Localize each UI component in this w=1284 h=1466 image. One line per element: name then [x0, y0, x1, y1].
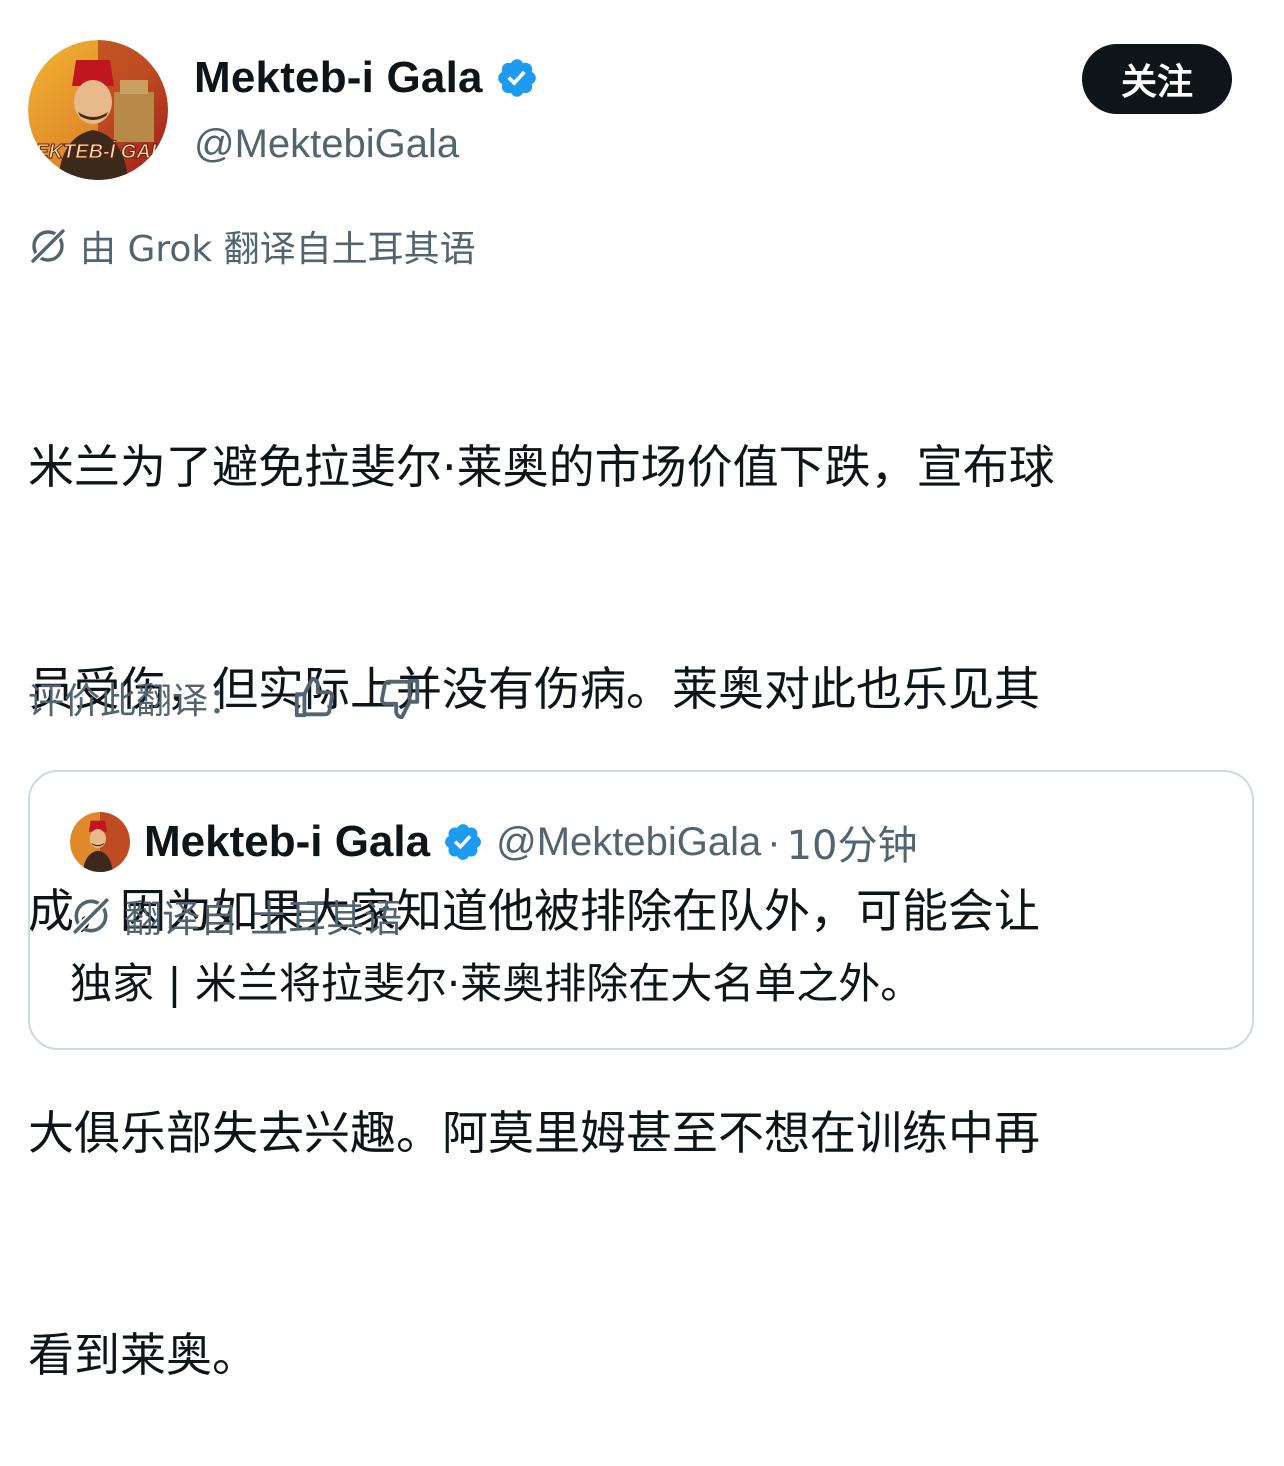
- author-avatar[interactable]: MEKTEB-İ GALA: [28, 40, 168, 180]
- quoted-author-handle: @MektebiGala: [496, 819, 762, 864]
- quoted-tweet-card[interactable]: Mekteb-i Gala @MektebiGala · 10分钟 翻译自 土耳…: [28, 770, 1254, 1050]
- thumbs-up-icon[interactable]: [288, 672, 340, 724]
- quoted-separator-dot: ·: [767, 819, 781, 864]
- quoted-tweet-text: 独家 | 米兰将拉斐尔·莱奥排除在大名单之外。: [70, 959, 923, 1008]
- follow-button[interactable]: 关注: [1082, 44, 1232, 114]
- translation-note-text: 由 Grok 翻译自土耳其语: [80, 229, 476, 270]
- author-name-row: Mekteb-i Gala: [194, 48, 539, 108]
- tweet-text-line: 米兰为了避免拉斐尔·莱奥的市场价值下跌，宣布球: [28, 440, 1055, 494]
- quoted-translation-note: 翻译自 土耳其语: [70, 888, 402, 943]
- author-handle[interactable]: @MektebiGala: [194, 122, 539, 167]
- rate-translation-label: 评价此翻译：: [28, 681, 245, 722]
- avatar-logo-text: MEKTEB-İ GALA: [28, 140, 168, 163]
- quoted-author-display-name: Mekteb-i Gala: [144, 817, 431, 866]
- grok-translation-note: 由 Grok 翻译自土耳其语: [28, 220, 476, 272]
- thumbs-down-icon[interactable]: [374, 672, 426, 724]
- rate-translation-row: 评价此翻译：: [28, 668, 426, 728]
- quoted-translation-note-text: 翻译自 土耳其语: [124, 897, 403, 941]
- quoted-verified-badge-icon: [442, 821, 484, 863]
- quoted-author-avatar: [70, 812, 130, 872]
- quoted-timestamp: 10分钟: [786, 823, 918, 869]
- grok-icon: [70, 895, 112, 937]
- avatar-image: MEKTEB-İ GALA: [28, 40, 168, 180]
- grok-icon: [28, 226, 68, 266]
- quoted-tweet-header: Mekteb-i Gala @MektebiGala · 10分钟: [70, 812, 917, 872]
- tweet-header: MEKTEB-İ GALA Mekteb-i Gala @MektebiGala…: [28, 40, 1256, 180]
- tweet-text-line: 看到莱奥。: [28, 1328, 258, 1382]
- tweet-text-line: 大俱乐部失去兴趣。阿莫里姆甚至不想在训练中再: [28, 1106, 1040, 1160]
- verified-badge-icon: [495, 56, 539, 100]
- author-display-name[interactable]: Mekteb-i Gala: [194, 53, 483, 103]
- author-info: Mekteb-i Gala @MektebiGala: [194, 48, 539, 167]
